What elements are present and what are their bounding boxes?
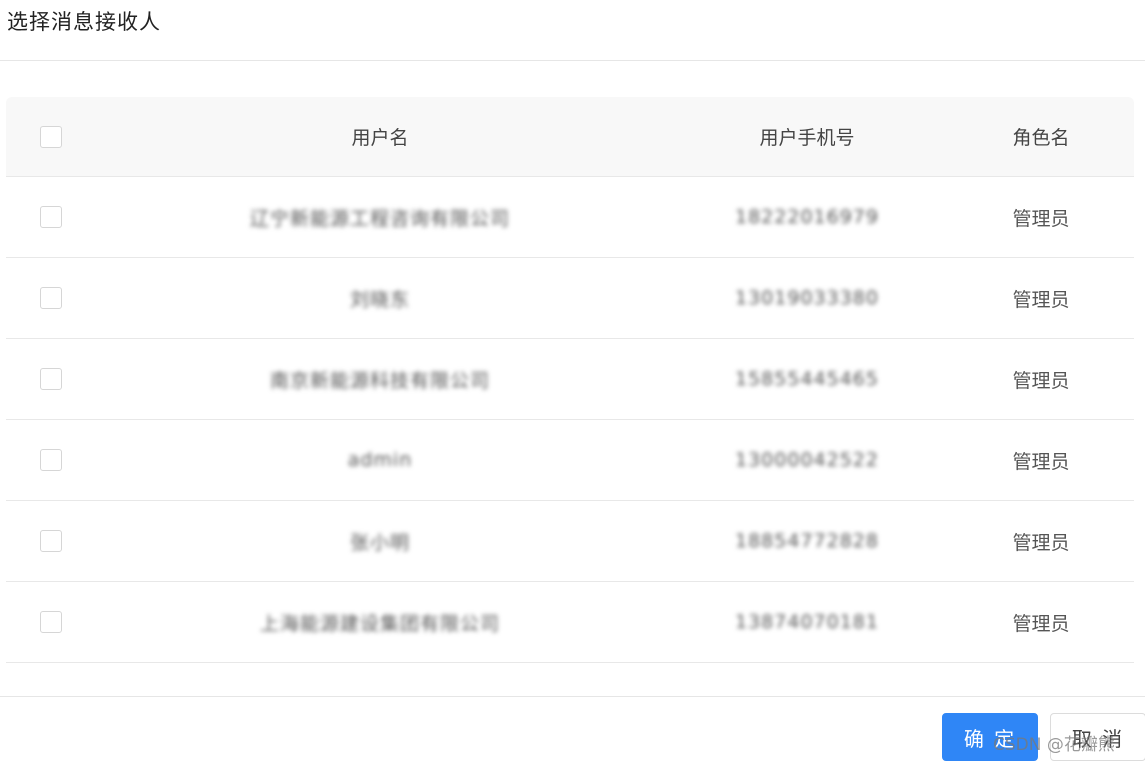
phone-cell: 13874070181: [735, 611, 879, 633]
column-header-name: 用户名: [351, 127, 409, 149]
phone-cell: 15855445465: [735, 368, 879, 390]
table-row[interactable]: 上海能源建设集团有限公司 13874070181 管理员: [6, 582, 1134, 663]
recipient-table: 用户名 用户手机号 角色名 辽宁新能源工程咨询有限公司 18222016979 …: [6, 97, 1134, 663]
dialog-title: 选择消息接收人: [7, 10, 161, 34]
user-name-cell: 上海能源建设集团有限公司: [259, 612, 500, 635]
role-cell: 管理员: [1012, 450, 1070, 473]
phone-cell: 18222016979: [735, 206, 879, 228]
watermark: CSDN @花瓣熊: [993, 735, 1115, 755]
role-cell: 管理员: [1012, 531, 1070, 554]
header-divider: [0, 60, 1145, 61]
row-checkbox[interactable]: [40, 530, 62, 552]
user-name-cell: admin: [347, 449, 413, 471]
row-checkbox[interactable]: [40, 206, 62, 228]
user-name-cell: 南京新能源科技有限公司: [269, 369, 490, 392]
footer-divider: [0, 696, 1145, 697]
phone-cell: 13000042522: [735, 449, 879, 471]
row-checkbox[interactable]: [40, 368, 62, 390]
table-row[interactable]: 南京新能源科技有限公司 15855445465 管理员: [6, 339, 1134, 420]
table-row[interactable]: 辽宁新能源工程咨询有限公司 18222016979 管理员: [6, 177, 1134, 258]
column-header-phone: 用户手机号: [759, 127, 855, 149]
row-checkbox[interactable]: [40, 449, 62, 471]
role-cell: 管理员: [1012, 288, 1070, 311]
column-header-role: 角色名: [1012, 127, 1070, 149]
role-cell: 管理员: [1012, 612, 1070, 635]
phone-cell: 18854772828: [735, 530, 879, 552]
table-row[interactable]: admin 13000042522 管理员: [6, 420, 1134, 501]
phone-cell: 13019033380: [735, 287, 879, 309]
row-checkbox[interactable]: [40, 611, 62, 633]
table-row[interactable]: 张小明 18854772828 管理员: [6, 501, 1134, 582]
row-checkbox[interactable]: [40, 287, 62, 309]
user-name-cell: 刘晓东: [349, 288, 410, 311]
table-row[interactable]: 刘晓东 13019033380 管理员: [6, 258, 1134, 339]
user-name-cell: 辽宁新能源工程咨询有限公司: [249, 207, 510, 230]
role-cell: 管理员: [1012, 369, 1070, 392]
user-name-cell: 张小明: [349, 531, 410, 554]
role-cell: 管理员: [1012, 207, 1070, 230]
select-all-checkbox[interactable]: [40, 125, 62, 148]
table-header: 用户名 用户手机号 角色名: [6, 97, 1134, 177]
